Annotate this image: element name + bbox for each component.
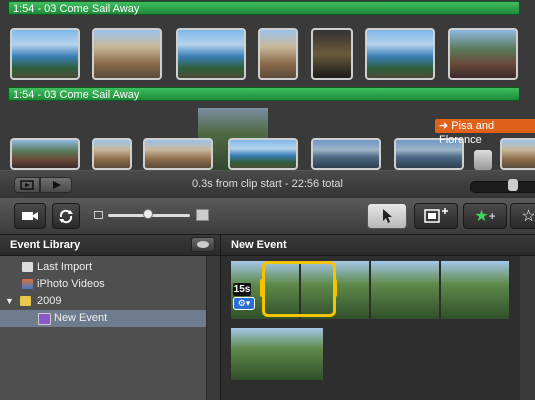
disk-icon	[197, 241, 209, 248]
clip-selection-range[interactable]	[262, 261, 336, 317]
library-item-label: Last Import	[37, 261, 93, 273]
project-clip-thumbnail[interactable]	[10, 28, 80, 80]
swap-events-projects-button[interactable]	[52, 203, 80, 229]
clip-actions-button[interactable]: ⚙▾	[233, 297, 255, 310]
clip-frame	[231, 328, 323, 380]
project-clip-thumbnail[interactable]	[258, 28, 298, 80]
disclosure-triangle-icon: ▼	[5, 296, 14, 306]
small-thumbnail-icon	[94, 211, 103, 219]
library-item-label: iPhoto Videos	[37, 278, 105, 290]
project-clip-thumbnail[interactable]	[365, 28, 435, 80]
project-clip-thumbnail[interactable]	[448, 28, 518, 80]
add-to-project-icon	[424, 208, 448, 223]
project-browser[interactable]: 1:54 - 03 Come Sail Away 1:54 - 03 Come …	[0, 0, 535, 170]
transition-icon[interactable]	[474, 150, 492, 170]
mark-favorite-button[interactable]: ★+	[463, 203, 507, 229]
select-tool-button[interactable]	[367, 203, 407, 229]
music-track-label: 1:54 - 03 Come Sail Away	[13, 89, 140, 101]
camera-import-button[interactable]	[14, 203, 46, 229]
project-clip-thumbnail[interactable]	[10, 138, 80, 170]
selection-handle-right[interactable]	[333, 279, 337, 297]
film-icon	[22, 262, 33, 272]
music-track-bar[interactable]: 1:54 - 03 Come Sail Away	[8, 1, 520, 15]
project-clip-thumbnail[interactable]	[92, 138, 132, 170]
browser-scrollbar[interactable]	[520, 256, 535, 400]
project-clip-thumbnail[interactable]	[311, 28, 353, 80]
arrow-pointer-icon	[383, 209, 392, 223]
event-browser-header: New Event	[221, 235, 535, 256]
toolbar: ★+ ☆+	[0, 198, 535, 235]
library-item-2009[interactable]: ▼ 2009	[0, 293, 206, 310]
zoom-slider-knob[interactable]	[143, 209, 153, 219]
large-thumbnail-icon	[196, 209, 209, 221]
iphoto-icon	[22, 279, 33, 289]
thumbnail-size-slider[interactable]	[470, 181, 535, 193]
status-text: 0.3s from clip start - 22:56 total	[191, 178, 343, 190]
project-clip-thumbnail[interactable]	[500, 138, 535, 170]
selection-handle-left[interactable]	[260, 279, 264, 297]
library-item-new-event[interactable]: New Event	[0, 310, 206, 327]
event-star-icon	[38, 313, 51, 325]
calendar-folder-icon	[20, 296, 31, 306]
playback-status-bar: 0.3s from clip start - 22:56 total	[0, 170, 535, 200]
project-clip-thumbnail[interactable]	[311, 138, 381, 170]
title-overlay-tag[interactable]: ➜ Pisa and Florence	[435, 119, 535, 146]
library-item-label: 2009	[37, 295, 62, 307]
library-item-label: New Event	[54, 312, 108, 324]
gear-icon: ⚙▾	[237, 298, 251, 308]
clip-frame	[371, 261, 439, 319]
music-track-label: 1:54 - 03 Come Sail Away	[13, 3, 140, 15]
event-library-panel: Event Library Last Import iPhoto Videos …	[0, 235, 221, 400]
clip-frame	[441, 261, 509, 319]
star-plus-icon: ★	[474, 208, 489, 225]
music-track-bar[interactable]: 1:54 - 03 Come Sail Away	[8, 87, 520, 101]
project-clip-thumbnail[interactable]	[143, 138, 213, 170]
event-library-title: Event Library	[10, 239, 81, 251]
clip-duration-badge: 15s	[233, 283, 251, 296]
swap-arrows-icon	[59, 209, 73, 224]
event-browser-title: New Event	[231, 239, 287, 251]
event-library-header: Event Library	[0, 235, 220, 256]
camera-icon	[22, 212, 38, 220]
library-item-iphoto-videos[interactable]: iPhoto Videos	[0, 276, 206, 293]
library-item-last-import[interactable]: Last Import	[0, 259, 206, 276]
disk-button[interactable]	[191, 237, 215, 252]
library-scrollbar[interactable]	[206, 256, 220, 400]
unmark-button[interactable]: ☆+	[510, 203, 535, 229]
project-clip-thumbnail[interactable]	[228, 138, 298, 170]
add-to-project-button[interactable]	[414, 203, 458, 229]
event-clip-filmstrip[interactable]	[231, 328, 323, 380]
slider-knob[interactable]	[508, 179, 518, 191]
star-outline-icon: ☆	[521, 208, 535, 225]
project-clip-thumbnail[interactable]	[92, 28, 162, 80]
project-clip-thumbnail[interactable]	[176, 28, 246, 80]
arrow-right-icon: ➜	[439, 120, 452, 132]
